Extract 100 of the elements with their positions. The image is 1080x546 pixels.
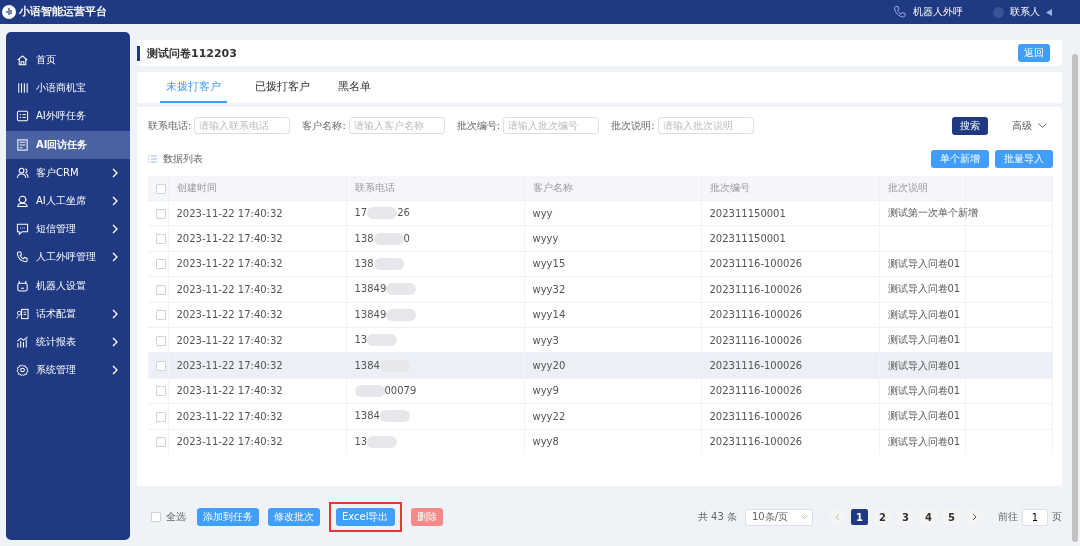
select-all-label[interactable]: 全选 — [166, 510, 186, 524]
blurred-region — [386, 308, 417, 321]
filter-label: 客户名称: — [302, 118, 346, 133]
checkbox[interactable] — [156, 411, 166, 422]
checkbox[interactable] — [156, 386, 166, 397]
sidebar-item[interactable]: 客户CRM — [6, 158, 130, 187]
table-row[interactable]: 2023-11-22 17:40:32 1384 wyy22 20231116-100026 测试导入问卷01 — [148, 403, 1053, 429]
list-icon — [148, 155, 157, 163]
chevron-down-icon — [801, 515, 808, 519]
table-cell: 测试导入问卷01 — [887, 410, 961, 422]
chevron-right-icon — [112, 252, 118, 263]
table-cell: 26 — [397, 207, 410, 219]
page-size-select[interactable]: 10条/页 — [745, 508, 813, 526]
table-cell: 2023-11-22 17:40:32 — [176, 258, 283, 270]
table-row[interactable]: 2023-11-22 17:40:32 13849 wyy14 20231116-100026 测试导入问卷01 — [148, 302, 1053, 328]
column-header: 创建时间 — [176, 182, 217, 193]
search-button[interactable]: 搜索 — [952, 116, 988, 135]
blurred-region — [386, 283, 417, 296]
filter-label: 批次说明: — [611, 118, 655, 133]
column-header: 批次编号 — [709, 182, 750, 193]
filter-field[interactable]: 请输入联系电话 — [194, 117, 291, 134]
chevron-right-icon — [112, 224, 118, 235]
table-cell: 13 — [354, 435, 368, 447]
table-cell: wyy14 — [532, 309, 566, 321]
sidebar-item[interactable]: AI外呼任务 — [6, 102, 130, 131]
table-cell: wyy8 — [532, 436, 559, 448]
sidebar-item[interactable]: 短信管理 — [6, 215, 130, 244]
table-cell: 2023-11-22 17:40:32 — [176, 207, 283, 219]
sidebar-item[interactable]: AI回访任务 — [6, 130, 130, 159]
filter-field[interactable]: 请输入客户名称 — [348, 117, 445, 134]
chevron-down-icon[interactable] — [1038, 123, 1047, 128]
sidebar-item[interactable]: 首页 — [6, 46, 130, 75]
checkbox[interactable] — [156, 335, 166, 346]
sidebar-item[interactable]: 机器人设置 — [6, 271, 130, 300]
avatar-icon[interactable] — [993, 6, 1004, 18]
table-cell: wyy22 — [532, 410, 566, 422]
table-row[interactable]: 2023-11-22 17:40:32 17 26 wyy 202311150001 测试第一次单个新增 — [148, 200, 1053, 226]
page-button[interactable]: 3 — [897, 509, 914, 525]
column-header: 批次说明 — [887, 182, 928, 193]
user-name[interactable]: 联系人 — [1010, 5, 1040, 19]
table-row[interactable]: 2023-11-22 17:40:32 138 wyy15 20231116-100026 测试导入问卷01 — [148, 251, 1053, 277]
page-button[interactable]: 5 — [943, 509, 960, 525]
sidebar-item[interactable]: 人工外呼管理 — [6, 243, 130, 272]
table-cell: 138 — [354, 257, 374, 269]
sidebar-item[interactable]: 统计报表 — [6, 327, 130, 357]
phone-icon[interactable] — [893, 5, 907, 19]
message-icon — [16, 222, 29, 237]
table-row[interactable]: 2023-11-22 17:40:32 00079 wyy9 20231116-100026 测试导入问卷01 — [148, 378, 1053, 404]
previous-page-button[interactable] — [829, 509, 845, 525]
chevron-left-icon — [834, 513, 840, 521]
table-cell: 测试第一次单个新增 — [887, 207, 978, 219]
next-page-button[interactable] — [966, 509, 982, 525]
sidebar-item[interactable]: 系统管理 — [6, 356, 130, 385]
table-row[interactable]: 2023-11-22 17:40:32 138 0 wyyy 202311150001 — [148, 225, 1053, 252]
table-cell: 20231116-100026 — [709, 410, 803, 422]
page-input[interactable]: 1 — [1022, 508, 1048, 526]
chart-icon — [16, 334, 29, 349]
page-button[interactable]: 1 — [851, 509, 868, 525]
scrollbar[interactable] — [1072, 54, 1078, 542]
robot-icon — [16, 278, 29, 293]
robot-call-label[interactable]: 机器人外呼 — [913, 5, 963, 19]
tab[interactable]: 已拨打客户 — [255, 79, 310, 103]
page-button[interactable]: 2 — [874, 509, 891, 525]
caret-icon[interactable] — [1046, 8, 1052, 16]
table-cell: 2023-11-22 17:40:32 — [176, 436, 283, 448]
table-row[interactable]: 2023-11-22 17:40:32 13 wyy3 20231116-100026 测试导入问卷01 — [148, 327, 1053, 353]
table-cell: 2023-11-22 17:40:32 — [176, 233, 283, 245]
table-row[interactable]: 2023-11-22 17:40:32 1384 wyy20 20231116-100026 测试导入问卷01 — [148, 352, 1053, 379]
checkbox[interactable] — [156, 259, 166, 270]
checkbox[interactable] — [156, 183, 166, 194]
table-cell: 测试导入问卷01 — [887, 257, 961, 269]
table-cell: 20231116-100026 — [709, 309, 803, 321]
checkbox[interactable] — [156, 361, 166, 372]
page-title: 测试问卷112203 — [147, 45, 238, 61]
checkbox[interactable] — [156, 234, 166, 245]
checkbox[interactable] — [156, 208, 166, 219]
phone-icon — [16, 250, 29, 265]
table-row[interactable]: 2023-11-22 17:40:32 13849 wyy32 20231116-100026 测试导入问卷01 — [148, 276, 1053, 303]
table-cell: 2023-11-22 17:40:32 — [176, 334, 283, 346]
table-cell: wyy20 — [532, 360, 566, 372]
checkbox[interactable] — [156, 284, 166, 295]
filter-field[interactable]: 请输入批次说明 — [657, 117, 754, 134]
page-button[interactable]: 4 — [920, 509, 937, 525]
sidebar-item[interactable]: 小语商机宝 — [6, 74, 130, 103]
table-cell: 1384 — [354, 359, 380, 371]
tab[interactable]: 黑名单 — [338, 79, 371, 103]
table-cell: 2023-11-22 17:40:32 — [176, 410, 283, 422]
blurred-region — [373, 257, 404, 270]
sidebar-item[interactable]: 话术配置 — [6, 299, 130, 328]
table-cell: 2023-11-22 17:40:32 — [176, 385, 283, 397]
table-cell: 13849 — [354, 283, 387, 295]
blurred-region — [367, 334, 398, 347]
checkbox[interactable] — [156, 310, 166, 321]
filter-field[interactable]: 请输入批次编号 — [503, 117, 600, 134]
sidebar-item[interactable]: AI人工坐席 — [6, 186, 130, 216]
blurred-region — [379, 410, 410, 423]
table-row[interactable]: 2023-11-22 17:40:32 13 wyy8 20231116-100026 测试导入问卷01 — [148, 429, 1053, 454]
checkbox[interactable] — [156, 437, 166, 448]
checkbox[interactable] — [151, 512, 161, 522]
advanced-toggle[interactable]: 高级 — [1012, 118, 1032, 133]
